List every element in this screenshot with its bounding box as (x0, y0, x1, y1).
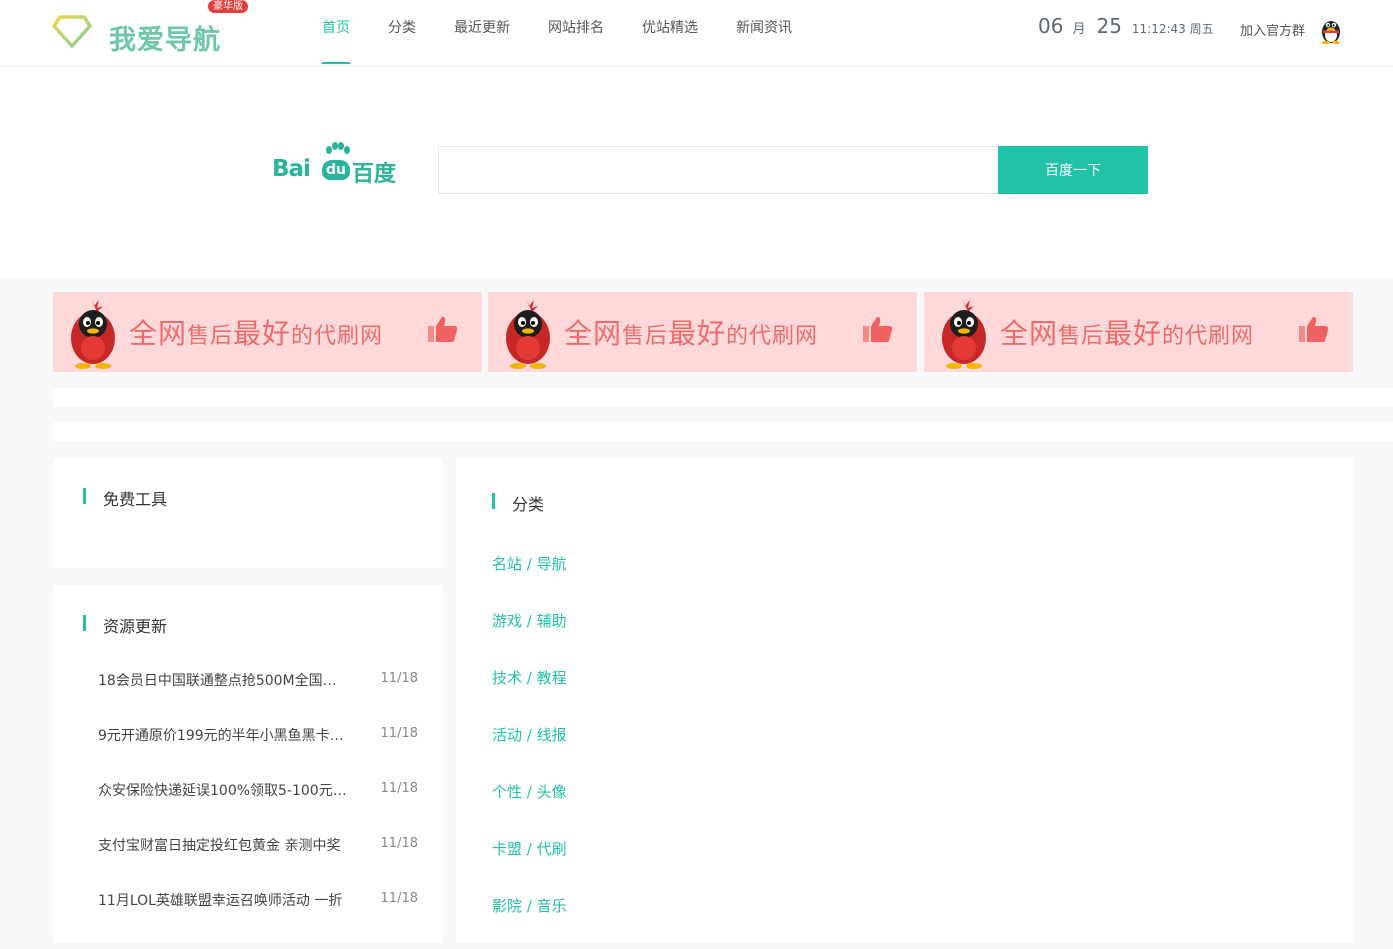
thumbs-up-icon (428, 316, 458, 342)
thumbs-up-icon (1299, 316, 1329, 342)
search-button[interactable]: 百度一下 (998, 146, 1148, 194)
category-link[interactable]: 个性 / 头像 (492, 781, 567, 802)
category-link[interactable]: 技术 / 教程 (492, 667, 567, 688)
resource-link[interactable]: 11月LOL英雄联盟幸运召唤师活动 一折 (98, 890, 348, 910)
empty-strip (53, 388, 1393, 407)
nav-featured-sites[interactable]: 优站精选 (642, 0, 698, 66)
main-nav: 首页 分类 最近更新 网站排名 优站精选 新闻资讯 (322, 0, 830, 66)
date-day: 25 (1096, 14, 1122, 38)
resource-date: 11/18 (380, 891, 418, 906)
panel-title: 资源更新 (83, 613, 167, 637)
ad-banner-1[interactable]: 全网售后最好的代刷网 (53, 292, 482, 372)
nav-news[interactable]: 新闻资讯 (736, 0, 792, 66)
search-input[interactable] (438, 146, 999, 194)
resource-link[interactable]: 9元开通原价199元的半年小黑鱼黑卡会员 (98, 725, 348, 745)
baidu-logo-du: du (322, 160, 350, 180)
baidu-logo[interactable]: Bai du 百度 (272, 142, 402, 188)
nav-home[interactable]: 首页 (322, 0, 350, 66)
penguin-mascot-icon (506, 298, 550, 369)
ad-banner-2[interactable]: 全网售后最好的代刷网 (488, 292, 917, 372)
banner-text: 全网售后最好的代刷网 (1000, 317, 1255, 350)
site-logo[interactable]: 我爱导航 豪华版 (52, 0, 252, 56)
nav-recent-updates[interactable]: 最近更新 (454, 0, 510, 66)
category-link[interactable]: 活动 / 线报 (492, 724, 567, 745)
qq-penguin-icon[interactable] (1320, 16, 1342, 44)
free-tools-panel: 免费工具 (53, 458, 443, 568)
month-unit: 月 (1072, 22, 1086, 37)
baidu-logo-chinese: 百度 (352, 162, 397, 187)
category-link[interactable]: 游戏 / 辅助 (492, 610, 567, 631)
ad-banner-3[interactable]: 全网售后最好的代刷网 (924, 292, 1353, 372)
join-group-link[interactable]: 加入官方群 (1240, 20, 1305, 39)
resource-date: 11/18 (380, 671, 418, 686)
logo-text: 我爱导航 (109, 25, 221, 56)
panel-title: 免费工具 (83, 486, 167, 510)
panel-title: 分类 (492, 491, 544, 515)
banner-text: 全网售后最好的代刷网 (564, 317, 819, 350)
thumbs-up-icon (863, 316, 893, 342)
penguin-mascot-icon (942, 298, 986, 369)
top-header: 我爱导航 豪华版 首页 分类 最近更新 网站排名 优站精选 新闻资讯 06 月 … (0, 0, 1393, 66)
date-month: 06 (1038, 14, 1064, 38)
nav-categories[interactable]: 分类 (388, 0, 416, 66)
banner-text: 全网售后最好的代刷网 (129, 317, 384, 350)
category-link[interactable]: 影院 / 音乐 (492, 895, 567, 916)
category-panel: 分类 名站 / 导航 游戏 / 辅助 技术 / 教程 活动 / 线报 个性 / … (456, 458, 1353, 943)
resource-link[interactable]: 18会员日中国联通整点抢500M全国流量包 (98, 670, 348, 690)
resource-date: 11/18 (380, 726, 418, 741)
resource-link[interactable]: 众安保险快递延误100%领取5-100元现金 (98, 780, 348, 800)
resources-panel: 资源更新 18会员日中国联通整点抢500M全国流量包 11/18 9元开通原价1… (53, 585, 443, 943)
penguin-mascot-icon (71, 298, 115, 369)
paw-icon (326, 142, 350, 154)
edition-badge: 豪华版 (208, 0, 248, 13)
resource-date: 11/18 (380, 781, 418, 796)
date-time: 06 月 25 11:12:43 周五 (1038, 14, 1214, 44)
resource-link[interactable]: 支付宝财富日抽定投红包黄金 亲测中奖 (98, 835, 348, 855)
category-link[interactable]: 名站 / 导航 (492, 553, 567, 574)
baidu-logo-latin: Bai (272, 156, 311, 182)
category-link[interactable]: 卡盟 / 代刷 (492, 838, 567, 859)
empty-strip (53, 422, 1393, 441)
diamond-icon (52, 15, 92, 48)
clock-time: 11:12:43 周五 (1131, 22, 1214, 36)
nav-site-ranking[interactable]: 网站排名 (548, 0, 604, 66)
resource-date: 11/18 (380, 836, 418, 851)
